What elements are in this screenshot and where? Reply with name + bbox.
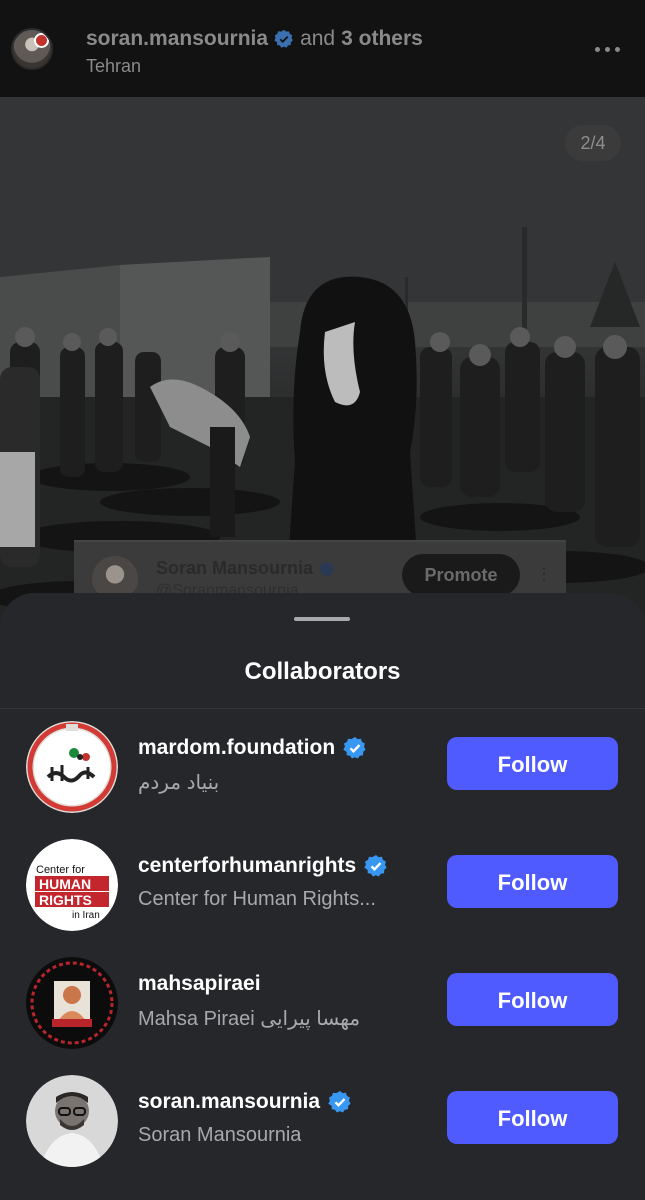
story-ring-badge	[34, 33, 49, 48]
collaborator-row[interactable]: Center for HUMAN RIGHTS in Iran centerfo…	[0, 827, 645, 945]
sheet-drag-handle[interactable]	[294, 617, 350, 621]
promote-button: Promote	[402, 554, 520, 596]
post-author-and-text: and	[300, 27, 336, 50]
follow-button[interactable]: Follow	[447, 1091, 618, 1144]
collaborator-username[interactable]: soran.mansournia	[138, 1090, 352, 1114]
post-photo[interactable]: 2/4 Soran Mansournia @Soranmansournia Pr…	[0, 97, 645, 637]
chr-logo-line-1: Center for	[36, 864, 85, 876]
follow-button[interactable]: Follow	[447, 737, 618, 790]
verified-badge-icon	[319, 561, 335, 577]
collaborator-avatar[interactable]	[26, 957, 118, 1049]
collaborator-avatar[interactable]	[26, 721, 118, 813]
post-author-line: soran.mansournia and 3 others	[86, 27, 423, 51]
sheet-title: Collaborators	[244, 658, 401, 685]
follow-button[interactable]: Follow	[447, 973, 618, 1026]
carousel-page-counter: 2/4	[565, 125, 621, 161]
collaborators-sheet: Collaborators mardom.foundation بنیاد مر…	[0, 593, 645, 1200]
collaborator-username-text[interactable]: mahsapiraei	[138, 972, 261, 996]
collaborator-username-text[interactable]: soran.mansournia	[138, 1090, 320, 1114]
collaborator-avatar[interactable]	[26, 1075, 118, 1167]
collaborator-full-name: Mahsa Piraei مهسا پیرایی	[138, 1008, 361, 1030]
collaborator-avatar[interactable]: Center for HUMAN RIGHTS in Iran	[26, 839, 118, 931]
post-author-avatar[interactable]	[11, 28, 53, 70]
verified-badge-icon	[328, 1090, 352, 1114]
post-author-username[interactable]: soran.mansournia	[86, 27, 268, 51]
collaborator-full-name: بنیاد مردم	[138, 772, 220, 794]
follow-button[interactable]: Follow	[447, 855, 618, 908]
verified-badge-icon	[364, 854, 388, 878]
verified-badge-icon	[343, 736, 367, 760]
embedded-more-icon: ⋮	[536, 566, 552, 583]
collaborator-row[interactable]: mardom.foundation بنیاد مردم Follow	[0, 709, 645, 827]
collaborator-username[interactable]: mardom.foundation	[138, 736, 367, 760]
collaborator-row[interactable]: mahsapiraei Mahsa Piraei مهسا پیرایی Fol…	[0, 945, 645, 1063]
post-location[interactable]: Tehran	[86, 56, 141, 77]
more-options-icon[interactable]	[595, 42, 623, 56]
chr-logo-line-4: in Iran	[72, 910, 100, 921]
verified-badge-icon	[274, 29, 294, 49]
collaborator-row[interactable]: soran.mansournia Soran Mansournia Follow	[0, 1063, 645, 1181]
collaborator-full-name: Center for Human Rights...	[138, 888, 376, 910]
collaborator-username-text[interactable]: centerforhumanrights	[138, 854, 356, 878]
collaborator-username[interactable]: centerforhumanrights	[138, 854, 388, 878]
collaborator-username[interactable]: mahsapiraei	[138, 972, 261, 996]
chr-logo-line-3: RIGHTS	[39, 892, 92, 908]
collaborator-username-text[interactable]: mardom.foundation	[138, 736, 335, 760]
post-collaborators-link[interactable]: 3 others	[341, 27, 423, 51]
post-header: soran.mansournia and 3 others Tehran	[0, 0, 645, 97]
embedded-profile-name: Soran Mansournia	[156, 558, 335, 579]
collaborator-full-name: Soran Mansournia	[138, 1124, 302, 1146]
embedded-profile-name-text: Soran Mansournia	[156, 558, 314, 578]
chr-logo-line-2: HUMAN	[39, 876, 91, 892]
